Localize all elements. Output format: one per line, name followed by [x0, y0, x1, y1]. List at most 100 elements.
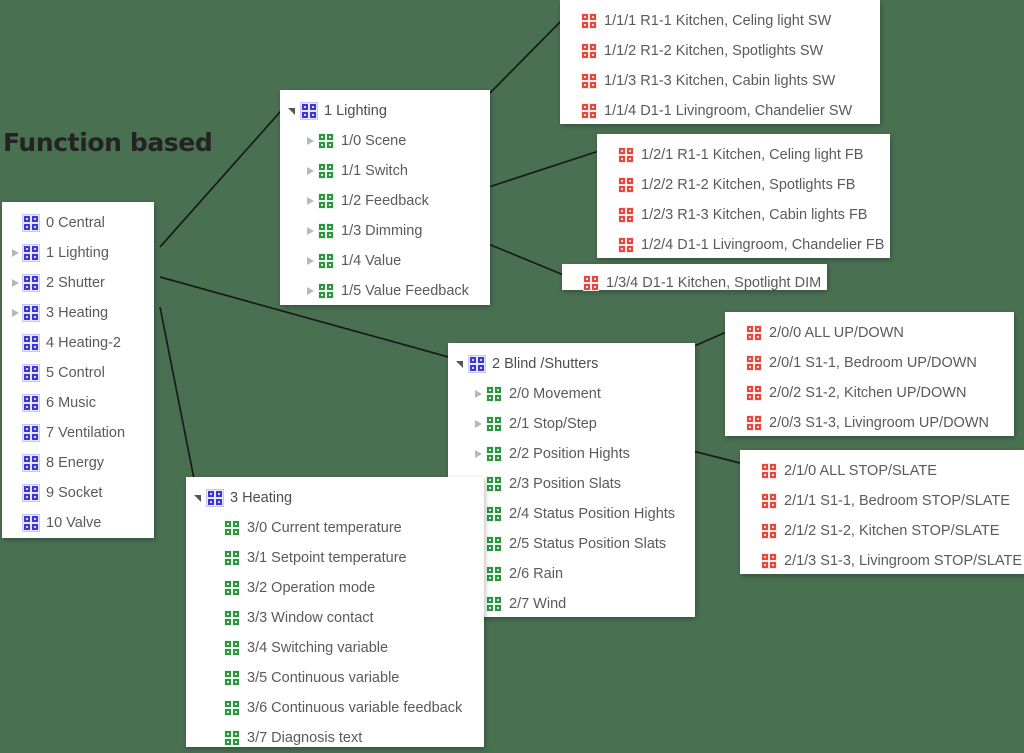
tree-item-row[interactable]: 1/2/3 R1-3 Kitchen, Cabin lights FB	[597, 200, 890, 230]
tree-item-row[interactable]: 1 Lighting	[2, 238, 154, 268]
tree-item-row[interactable]: 5 Control	[2, 358, 154, 388]
expander-collapsed-icon[interactable]	[471, 417, 486, 432]
tree-item-label: 2/6 Rain	[509, 565, 564, 582]
expander-expanded-icon[interactable]	[454, 357, 469, 372]
tree-item-row[interactable]: 3 Heating	[2, 298, 154, 328]
group-address-icon	[224, 610, 240, 626]
tree-item-row[interactable]: 2/0/3 S1-3, Livingroom UP/DOWN	[725, 408, 1014, 438]
tree-item-row[interactable]: 2/5 Status Position Slats	[465, 529, 695, 559]
expander-collapsed-icon[interactable]	[8, 276, 23, 291]
expander-placeholder	[746, 494, 761, 509]
tree-item-label: 3/2 Operation mode	[247, 579, 376, 596]
expander-placeholder	[566, 104, 581, 119]
tree-item-row[interactable]: 2 Shutter	[2, 268, 154, 298]
tree-item-row[interactable]: 2/6 Rain	[465, 559, 695, 589]
tree-item-row[interactable]: 1/1 Switch	[297, 156, 490, 186]
tree-item-row[interactable]: 9 Socket	[2, 478, 154, 508]
expander-placeholder	[8, 516, 23, 531]
tree-item-row[interactable]: 2/1/3 S1-3, Livingroom STOP/SLATE	[740, 546, 1024, 576]
tree-item-row[interactable]: 1/2/1 R1-1 Kitchen, Celing light FB	[597, 140, 890, 170]
tree-item-row[interactable]: 2/1/1 S1-1, Bedroom STOP/SLATE	[740, 486, 1024, 516]
tree-root-row[interactable]: 2 Blind /Shutters	[448, 349, 695, 379]
group-address-icon	[22, 484, 40, 502]
page-title: Function based	[3, 128, 213, 157]
tree-item-row[interactable]: 2/0/2 S1-2, Kitchen UP/DOWN	[725, 378, 1014, 408]
tree-item-row[interactable]: 2/0/0 ALL UP/DOWN	[725, 318, 1014, 348]
expander-placeholder	[568, 276, 583, 291]
expander-collapsed-icon[interactable]	[8, 306, 23, 321]
expander-placeholder	[746, 554, 761, 569]
tree-root-row[interactable]: 1 Lighting	[280, 96, 490, 126]
expander-placeholder	[8, 426, 23, 441]
tree-item-row[interactable]: 3/3 Window contact	[203, 603, 484, 633]
group-address-icon	[22, 304, 40, 322]
expander-collapsed-icon[interactable]	[471, 387, 486, 402]
tree-item-row[interactable]: 3/4 Switching variable	[203, 633, 484, 663]
tree-item-row[interactable]: 2/7 Wind	[465, 589, 695, 619]
expander-placeholder	[603, 178, 618, 193]
tree-item-row[interactable]: 2/0/1 S1-1, Bedroom UP/DOWN	[725, 348, 1014, 378]
tree-item-label: 2/0 Movement	[509, 385, 601, 402]
group-address-icon	[761, 493, 777, 509]
tree-item-row[interactable]: 3/2 Operation mode	[203, 573, 484, 603]
tree-item-row[interactable]: 1/0 Scene	[297, 126, 490, 156]
tree-item-row[interactable]: 2/1/2 S1-2, Kitchen STOP/SLATE	[740, 516, 1024, 546]
tree-item-row[interactable]: 2/3 Position Slats	[465, 469, 695, 499]
tree-item-row[interactable]: 2/0 Movement	[465, 379, 695, 409]
tree-root-row[interactable]: 3 Heating	[186, 483, 484, 513]
tree-item-label: 2/1/1 S1-1, Bedroom STOP/SLATE	[784, 492, 1010, 509]
tree-item-row[interactable]: 1/1/2 R1-2 Kitchen, Spotlights SW	[560, 36, 880, 66]
tree-item-row[interactable]: 8 Energy	[2, 448, 154, 478]
tree-item-label: 0 Central	[46, 214, 105, 231]
expander-collapsed-icon[interactable]	[303, 254, 318, 269]
tree-item-label: 2/1/2 S1-2, Kitchen STOP/SLATE	[784, 522, 1000, 539]
lighting-feedback-addresses-panel: 1/2/1 R1-1 Kitchen, Celing light FB 1/2/2…	[597, 134, 890, 258]
expander-expanded-icon[interactable]	[286, 104, 301, 119]
tree-item-row[interactable]: 2/4 Status Position Hights	[465, 499, 695, 529]
group-address-icon	[618, 207, 634, 223]
tree-item-row[interactable]: 1/4 Value	[297, 246, 490, 276]
tree-item-row[interactable]: 1/2/4 D1-1 Livingroom, Chandelier FB	[597, 230, 890, 260]
expander-collapsed-icon[interactable]	[8, 246, 23, 261]
expander-placeholder	[8, 336, 23, 351]
tree-item-row[interactable]: 4 Heating-2	[2, 328, 154, 358]
expander-expanded-icon[interactable]	[192, 491, 207, 506]
tree-item-row[interactable]: 1/3 Dimming	[297, 216, 490, 246]
main-function-list-panel: 0 Central 1 Lighting 2 Shutter 3 Heating 4 H…	[2, 202, 154, 538]
tree-item-label: 9 Socket	[46, 484, 103, 501]
expander-placeholder	[209, 701, 224, 716]
tree-item-row[interactable]: 3/5 Continuous variable	[203, 663, 484, 693]
tree-item-row[interactable]: 3/7 Diagnosis text	[203, 723, 484, 753]
tree-item-label: 1/3/4 D1-1 Kitchen, Spotlight DIM	[606, 274, 822, 291]
tree-item-row[interactable]: 1/3/4 D1-1 Kitchen, Spotlight DIM	[562, 268, 827, 298]
tree-item-row[interactable]: 1/1/3 R1-3 Kitchen, Cabin lights SW	[560, 66, 880, 96]
tree-item-label: 2/7 Wind	[509, 595, 567, 612]
expander-collapsed-icon[interactable]	[471, 447, 486, 462]
expander-placeholder	[209, 551, 224, 566]
lighting-dimming-addresses-panel: 1/3/4 D1-1 Kitchen, Spotlight DIM	[562, 264, 827, 291]
tree-item-row[interactable]: 0 Central	[2, 208, 154, 238]
tree-item-row[interactable]: 1/1/1 R1-1 Kitchen, Celing light SW	[560, 6, 880, 36]
expander-collapsed-icon[interactable]	[303, 194, 318, 209]
group-address-icon	[761, 523, 777, 539]
tree-item-row[interactable]: 3/0 Current temperature	[203, 513, 484, 543]
expander-collapsed-icon[interactable]	[303, 134, 318, 149]
expander-collapsed-icon[interactable]	[303, 224, 318, 239]
tree-item-label: 1 Lighting	[324, 102, 387, 119]
tree-item-label: 1/2/4 D1-1 Livingroom, Chandelier FB	[641, 236, 885, 253]
tree-item-row[interactable]: 1/5 Value Feedback	[297, 276, 490, 306]
tree-item-row[interactable]: 1/1/4 D1-1 Livingroom, Chandelier SW	[560, 96, 880, 126]
tree-item-row[interactable]: 2/1/0 ALL STOP/SLATE	[740, 456, 1024, 486]
tree-item-row[interactable]: 1/2/2 R1-2 Kitchen, Spotlights FB	[597, 170, 890, 200]
tree-item-row[interactable]: 3/1 Setpoint temperature	[203, 543, 484, 573]
tree-item-row[interactable]: 3/6 Continuous variable feedback	[203, 693, 484, 723]
tree-item-row[interactable]: 2/2 Position Hights	[465, 439, 695, 469]
tree-item-row[interactable]: 10 Valve	[2, 508, 154, 538]
tree-item-row[interactable]: 6 Music	[2, 388, 154, 418]
expander-collapsed-icon[interactable]	[303, 284, 318, 299]
tree-item-row[interactable]: 2/1 Stop/Step	[465, 409, 695, 439]
tree-item-row[interactable]: 1/2 Feedback	[297, 186, 490, 216]
tree-item-row[interactable]: 7 Ventilation	[2, 418, 154, 448]
expander-collapsed-icon[interactable]	[303, 164, 318, 179]
tree-item-label: 1/1/3 R1-3 Kitchen, Cabin lights SW	[604, 72, 836, 89]
